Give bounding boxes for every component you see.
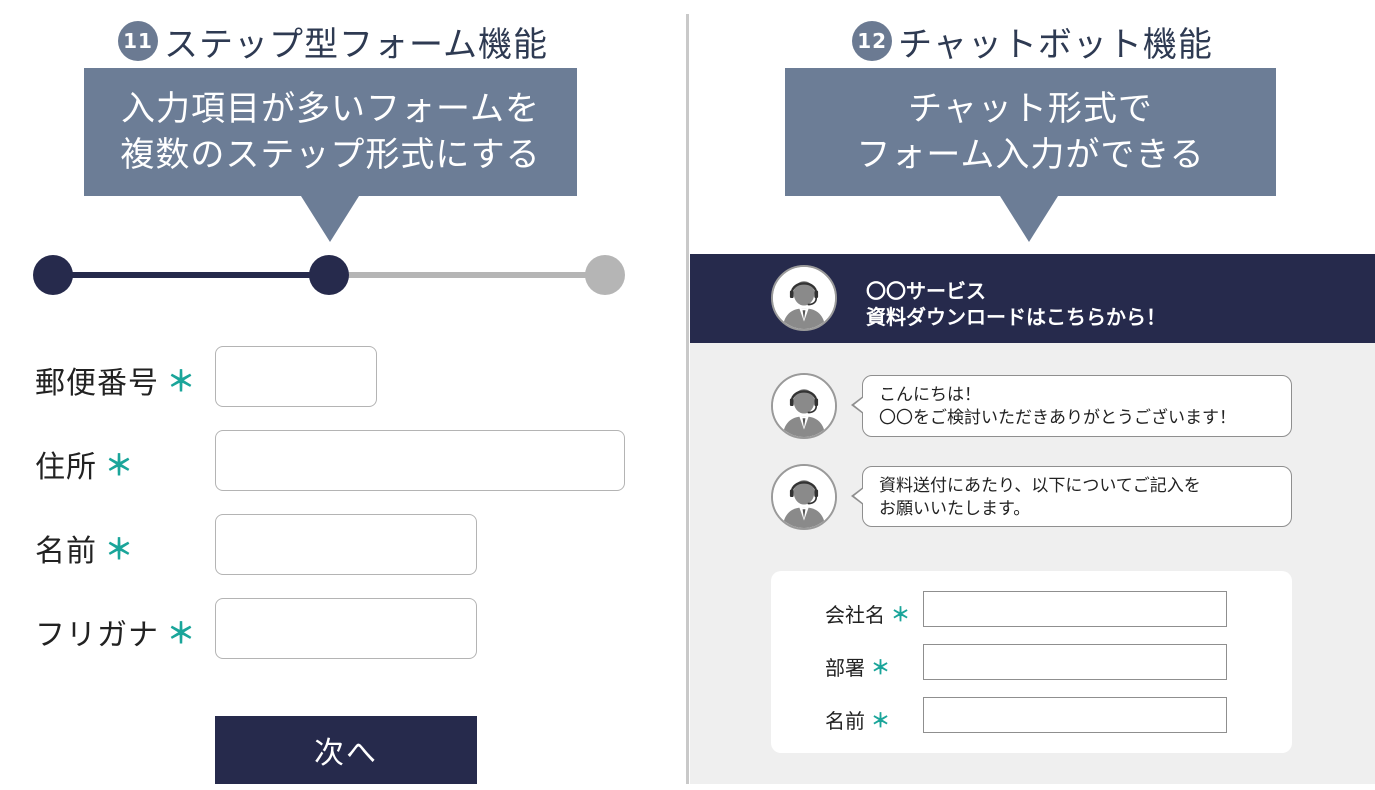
required-mark: ＊ [167, 365, 196, 398]
callout-pointer [1000, 196, 1058, 242]
chat-header-subtitle: 資料ダウンロードはこちらから！ [866, 305, 1166, 329]
step-progress-bar [33, 254, 627, 296]
progress-track-completed [53, 272, 330, 278]
step-dot-3[interactable] [585, 255, 625, 295]
chat-inline-form: 会社名 ＊ 部署 ＊ 名前 ＊ [771, 571, 1292, 753]
message-line: 資料送付にあたり、以下についてご記入を [879, 476, 1201, 496]
step-dot-1[interactable] [33, 255, 73, 295]
message-line: お願いいたします。 [879, 499, 1031, 519]
name-input[interactable] [215, 514, 477, 575]
step-dot-2-current[interactable] [309, 255, 349, 295]
chat-header-title: 〇〇サービス 資料ダウンロードはこちらから！ [866, 278, 1166, 330]
message-line: 〇〇をご検討いただきありがとうございます！ [879, 408, 1236, 428]
chat-message-bubble: こんにちは！ 〇〇をご検討いただきありがとうございます！ [851, 375, 1292, 437]
furigana-label-row: フリガナ ＊ [35, 610, 195, 654]
department-input[interactable] [923, 644, 1227, 680]
name-label-row: 名前 ＊ [35, 526, 133, 570]
required-mark: ＊ [871, 710, 891, 732]
company-name-label: 会社名 [825, 603, 885, 627]
step-form-panel: 11 ステップ型フォーム機能 入力項目が多いフォームを 複数のステップ形式にする… [0, 0, 686, 790]
department-label-row: 部署 ＊ [825, 652, 890, 681]
chatbot-heading: 12 チャットボット機能 [690, 14, 1375, 68]
postal-code-label: 郵便番号 [35, 366, 159, 401]
chat-name-label: 名前 [825, 709, 865, 733]
furigana-input[interactable] [215, 598, 477, 659]
postal-code-label-row: 郵便番号 ＊ [35, 358, 195, 402]
operator-avatar-icon [771, 265, 837, 331]
required-mark: ＊ [891, 604, 911, 626]
chatbot-panel: 12 チャットボット機能 チャット形式で フォーム入力ができる 〇〇サービス 資… [690, 0, 1375, 790]
callout-line-1: 入力項目が多いフォームを [121, 89, 540, 129]
callout-line-1: チャット形式で [908, 89, 1153, 129]
chatbot-title: チャットボット機能 [898, 24, 1213, 65]
required-mark: ＊ [167, 617, 196, 650]
address-label-row: 住所 ＊ [35, 442, 133, 486]
feature-number-badge: 12 [852, 21, 893, 61]
required-mark: ＊ [105, 533, 134, 566]
department-label: 部署 [825, 656, 865, 680]
chat-service-name: 〇〇サービス [866, 279, 986, 303]
chatbot-callout: チャット形式で フォーム入力ができる [785, 68, 1276, 196]
address-label: 住所 [35, 450, 97, 485]
chat-name-input[interactable] [923, 697, 1227, 733]
required-mark: ＊ [105, 449, 134, 482]
step-form-callout: 入力項目が多いフォームを 複数のステップ形式にする [84, 68, 577, 196]
operator-avatar-icon [771, 373, 837, 439]
step-form-heading: 11 ステップ型フォーム機能 [0, 14, 686, 68]
chat-message-bubble: 資料送付にあたり、以下についてご記入を お願いいたします。 [851, 466, 1292, 527]
step-form-title: ステップ型フォーム機能 [164, 24, 548, 65]
postal-code-input[interactable] [215, 346, 377, 407]
progress-track-remaining [330, 272, 607, 278]
callout-pointer [301, 196, 359, 242]
furigana-label: フリガナ [35, 618, 159, 653]
next-button[interactable]: 次へ [215, 716, 477, 784]
feature-number-badge: 11 [118, 21, 158, 61]
company-label-row: 会社名 ＊ [825, 599, 910, 628]
name-label: 名前 [35, 534, 97, 569]
panel-divider [686, 14, 689, 784]
required-mark: ＊ [871, 657, 891, 679]
chat-name-label-row: 名前 ＊ [825, 705, 890, 734]
operator-avatar-icon [771, 464, 837, 530]
company-name-input[interactable] [923, 591, 1227, 627]
callout-line-2: フォーム入力ができる [856, 135, 1205, 175]
address-input[interactable] [215, 430, 625, 491]
message-line: こんにちは！ [879, 385, 981, 405]
callout-line-2: 複数のステップ形式にする [120, 135, 541, 175]
